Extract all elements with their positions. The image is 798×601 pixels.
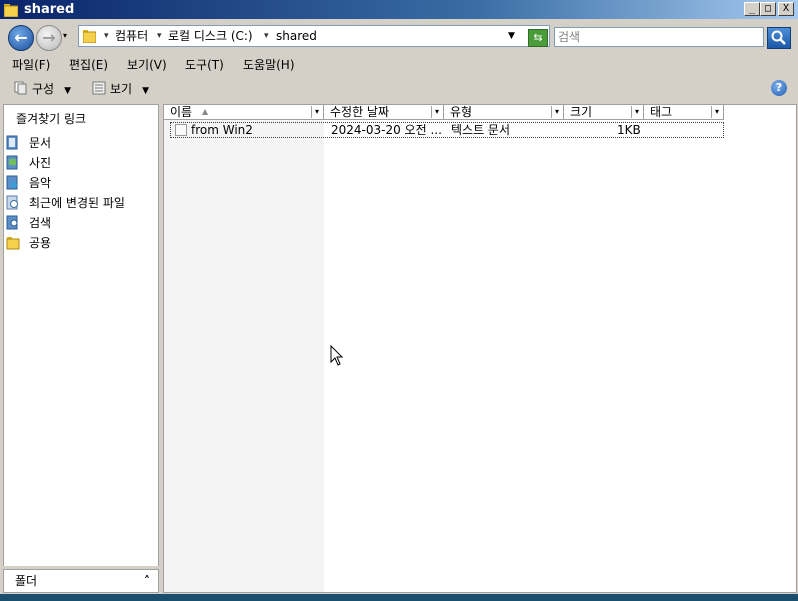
back-button[interactable]: ← [8,25,34,51]
address-row: ← → ▾ ▾ 컴퓨터 ▾ 로컬 디스크 (C:) ▾ shared ▼ ⇆ 검… [0,19,798,55]
file-list-pane: 이름 ▲ ▾ 수정한 날짜 ▾ 유형 ▾ 크기 ▾ 태그 ▾ from Win2… [163,104,797,593]
views-icon [92,81,106,95]
search-button[interactable] [767,27,791,49]
column-header-modified[interactable]: 수정한 날짜 ▾ [324,105,444,120]
file-type: 텍스트 문서 [451,123,511,137]
address-dropdown-icon[interactable]: ▼ [508,25,515,47]
command-toolbar: 구성 ▼ 보기 ▼ [0,76,798,102]
column-header-size[interactable]: 크기 ▾ [564,105,644,120]
arrow-left-icon: ← [14,28,28,47]
column-filter-dropdown-icon[interactable]: ▾ [631,106,642,118]
sidebar-item-pictures[interactable]: 사진 [6,155,51,171]
sidebar-item-label: 음악 [29,176,52,190]
music-icon [6,175,18,190]
menu-edit[interactable]: 편집(E) [69,57,108,73]
sort-ascending-icon: ▲ [202,107,209,116]
menu-tools[interactable]: 도구(T) [185,57,224,73]
documents-icon [6,135,18,150]
text-file-icon [175,124,187,136]
column-header-name[interactable]: 이름 ▲ ▾ [164,105,324,120]
maximize-button[interactable]: □ [760,2,776,16]
column-header-label: 수정한 날짜 [330,105,390,119]
folders-label: 폴더 [15,574,38,588]
chevron-down-icon: ▼ [64,86,72,96]
address-bar[interactable]: ▾ 컴퓨터 ▾ 로컬 디스크 (C:) ▾ shared [78,25,550,47]
title-bar[interactable]: shared _ □ X [0,0,798,19]
help-button[interactable]: ? [771,80,787,96]
file-row[interactable]: from Win2 2024-03-20 오전 ... 텍스트 문서 1KB [170,122,724,138]
sidebar-item-documents[interactable]: 문서 [6,135,51,151]
history-dropdown-icon[interactable]: ▾ [63,31,67,40]
sidebar-item-label: 공용 [29,236,52,250]
column-filter-dropdown-icon[interactable]: ▾ [551,106,562,118]
file-size: 1KB [617,123,641,137]
mouse-cursor-icon [330,345,344,366]
sidebar-item-label: 문서 [29,136,52,150]
breadcrumb-shared[interactable]: shared [276,28,317,44]
breadcrumb-separator[interactable]: ▾ [157,28,162,44]
window-title: shared [24,2,75,17]
column-header-label: 태그 [650,105,673,119]
sidebar-item-search[interactable]: 검색 [6,215,51,231]
sidebar-item-music[interactable]: 음악 [6,175,51,191]
menu-file[interactable]: 파일(F) [12,57,50,73]
sidebar-item-recent-files[interactable]: 최근에 변경된 파일 [6,195,125,211]
chevron-down-icon: ▼ [142,86,150,96]
arrow-right-icon: → [42,28,56,47]
organize-button[interactable]: 구성 ▼ [14,80,71,100]
breadcrumb-local-disk[interactable]: 로컬 디스크 (C:) [168,28,253,44]
column-header-tags[interactable]: 태그 ▾ [644,105,724,120]
magnifier-icon [771,30,786,45]
sidebar-item-label: 검색 [29,216,52,230]
sidebar-item-label: 최근에 변경된 파일 [29,196,125,210]
column-filter-dropdown-icon[interactable]: ▾ [311,106,322,118]
menu-view[interactable]: 보기(V) [127,57,167,73]
search-placeholder: 검색 [558,30,581,44]
folders-toggle[interactable]: 폴더 ˄ [3,569,159,593]
navigation-pane: 즐겨찾기 링크 문서 사진 음악 최근에 변경된 파일 검색 공용 [3,104,159,566]
breadcrumb-separator[interactable]: ▾ [264,28,269,44]
views-button[interactable]: 보기 ▼ [92,80,149,100]
taskbar-edge [0,594,798,601]
search-folder-icon [6,215,18,230]
sidebar-item-label: 사진 [29,156,52,170]
refresh-icon: ⇆ [533,31,543,44]
sorted-column-highlight [164,105,324,592]
sidebar-item-public[interactable]: 공용 [6,235,51,251]
column-filter-dropdown-icon[interactable]: ▾ [431,106,442,118]
file-modified: 2024-03-20 오전 ... [331,123,441,137]
column-header-label: 이름 [170,105,193,119]
file-name: from Win2 [191,123,253,137]
minimize-button[interactable]: _ [744,2,760,16]
folder-icon [83,30,96,43]
menu-bar: 파일(F) 편집(E) 보기(V) 도구(T) 도움말(H) [0,55,798,75]
recent-files-icon [6,195,18,210]
public-folder-icon [6,237,20,250]
pictures-icon [6,155,18,170]
views-label: 보기 [110,82,133,96]
column-filter-dropdown-icon[interactable]: ▾ [711,106,722,118]
search-input[interactable]: 검색 [554,27,764,47]
close-button[interactable]: X [778,2,794,16]
column-header-label: 크기 [570,105,593,119]
breadcrumb-separator[interactable]: ▾ [104,28,109,44]
column-header-label: 유형 [450,105,473,119]
forward-button[interactable]: → [36,25,62,51]
organize-label: 구성 [32,82,55,96]
column-header-type[interactable]: 유형 ▾ [444,105,564,120]
explorer-window: shared _ □ X ← → ▾ ▾ 컴퓨터 ▾ 로컬 디스크 (C:) ▾… [0,0,798,601]
refresh-button[interactable]: ⇆ [528,29,548,47]
organize-icon [14,81,27,95]
favorite-links-header: 즐겨찾기 링크 [16,112,87,126]
breadcrumb-computer[interactable]: 컴퓨터 [115,28,148,44]
folder-icon [4,4,18,17]
menu-help[interactable]: 도움말(H) [243,57,295,73]
chevron-up-icon: ˄ [144,574,150,588]
